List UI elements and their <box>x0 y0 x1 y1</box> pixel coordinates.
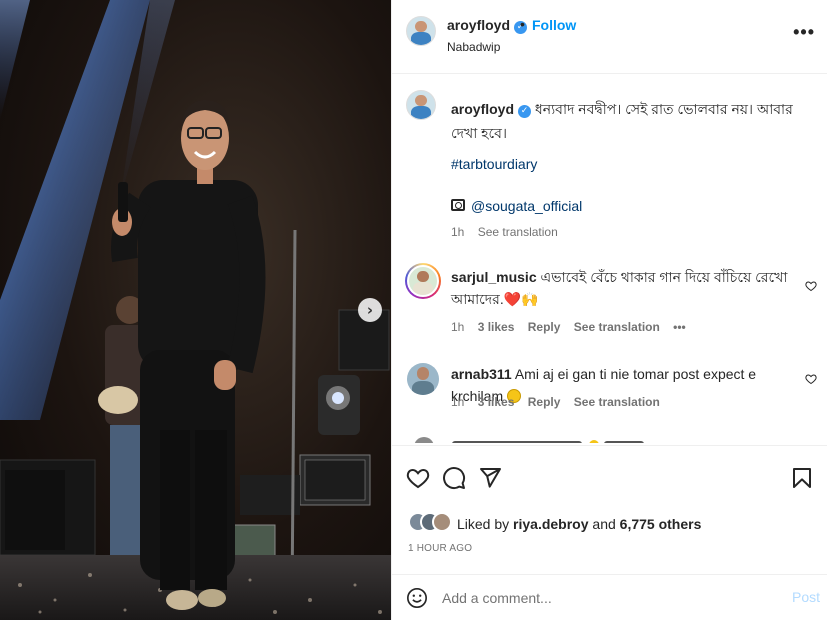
verified-icon: ✓ <box>518 105 532 118</box>
share-icon[interactable] <box>478 466 502 490</box>
post-comment-button[interactable]: Post <box>792 589 820 605</box>
comment-item: sarjul_music এভাবেই বেঁচে থাকার গান দিয়… <box>451 266 791 310</box>
post-actions: Liked by riya.debroy and 6,775 others 1 … <box>392 445 827 620</box>
comments-list[interactable]: aroyfloyd ✓ ধন্যবাদ নবদ্বীপ। সেই রাত ভোলব… <box>392 75 827 443</box>
like-comment-heart-icon[interactable] <box>805 373 817 385</box>
comment-meta: 1h 3 likes Reply See translation ••• <box>451 320 696 334</box>
caption-see-translation[interactable]: See translation <box>478 225 558 239</box>
header-separator: • <box>520 16 525 32</box>
camera-icon <box>451 199 465 211</box>
comment-time: 1h <box>451 320 465 334</box>
likes-summary: Liked by riya.debroy and 6,775 others <box>457 516 701 532</box>
comment-input[interactable] <box>442 587 762 609</box>
post-header: aroyfloyd ✓ • Follow Nabadwip ••• <box>392 0 827 74</box>
post-details-panel: aroyfloyd ✓ • Follow Nabadwip ••• aroyflo… <box>391 0 827 620</box>
caption-mention[interactable]: @sougata_official <box>471 198 582 214</box>
comment-username[interactable]: arnab311 <box>451 366 512 382</box>
comment-likes[interactable]: 3 likes <box>478 395 515 409</box>
avatar <box>432 512 452 532</box>
reply-button[interactable]: Reply <box>528 320 561 334</box>
comment-time: 1h <box>451 395 465 409</box>
liked-by-avatars[interactable] <box>408 512 456 534</box>
post-location[interactable]: Nabadwip <box>447 40 500 54</box>
comment-emoji: ❤️🙌 <box>503 291 539 307</box>
caption-hashtag[interactable]: #tarbtourdiary <box>451 156 537 172</box>
comment-username[interactable]: sarjul_music <box>451 269 537 285</box>
smile-icon[interactable] <box>406 587 428 609</box>
comment-more-icon[interactable]: ••• <box>673 320 686 334</box>
caption-meta: 1h See translation <box>451 225 568 239</box>
caption: aroyfloyd ✓ ধন্যবাদ নবদ্বীপ। সেই রাত ভোলব… <box>451 97 801 145</box>
liked-by-user[interactable]: riya.debroy <box>513 516 588 532</box>
caption-avatar[interactable] <box>406 90 436 120</box>
author-username[interactable]: aroyfloyd ✓ <box>447 17 528 34</box>
partial-comment <box>414 437 644 443</box>
likes-prefix: Liked by <box>457 516 510 532</box>
post-timestamp[interactable]: 1 HOUR AGO <box>408 543 472 554</box>
like-comment-heart-icon[interactable] <box>805 280 817 292</box>
next-photo-button[interactable]: › <box>358 298 382 322</box>
comment-avatar[interactable] <box>407 265 439 297</box>
reply-button[interactable]: Reply <box>528 395 561 409</box>
comment-avatar[interactable] <box>407 363 439 395</box>
comment-likes[interactable]: 3 likes <box>478 320 515 334</box>
caption-time: 1h <box>451 225 465 239</box>
author-avatar[interactable] <box>406 16 436 46</box>
comment-icon[interactable] <box>442 466 466 490</box>
see-translation-button[interactable]: See translation <box>574 320 660 334</box>
likes-others[interactable]: 6,775 others <box>620 516 702 532</box>
more-icon[interactable]: ••• <box>793 22 815 43</box>
see-translation-button[interactable]: See translation <box>574 395 660 409</box>
add-comment-bar: Post <box>392 574 827 620</box>
likes-and: and <box>592 516 616 532</box>
comment-meta: 1h 3 likes Reply See translation <box>451 395 670 409</box>
author-username-text[interactable]: aroyfloyd <box>447 17 510 33</box>
post-photo[interactable]: › <box>0 0 391 620</box>
concert-photo <box>0 0 391 620</box>
caption-username[interactable]: aroyfloyd <box>451 101 514 117</box>
bookmark-icon[interactable] <box>790 466 814 490</box>
follow-button[interactable]: Follow <box>532 17 576 33</box>
heart-icon[interactable] <box>406 466 430 490</box>
